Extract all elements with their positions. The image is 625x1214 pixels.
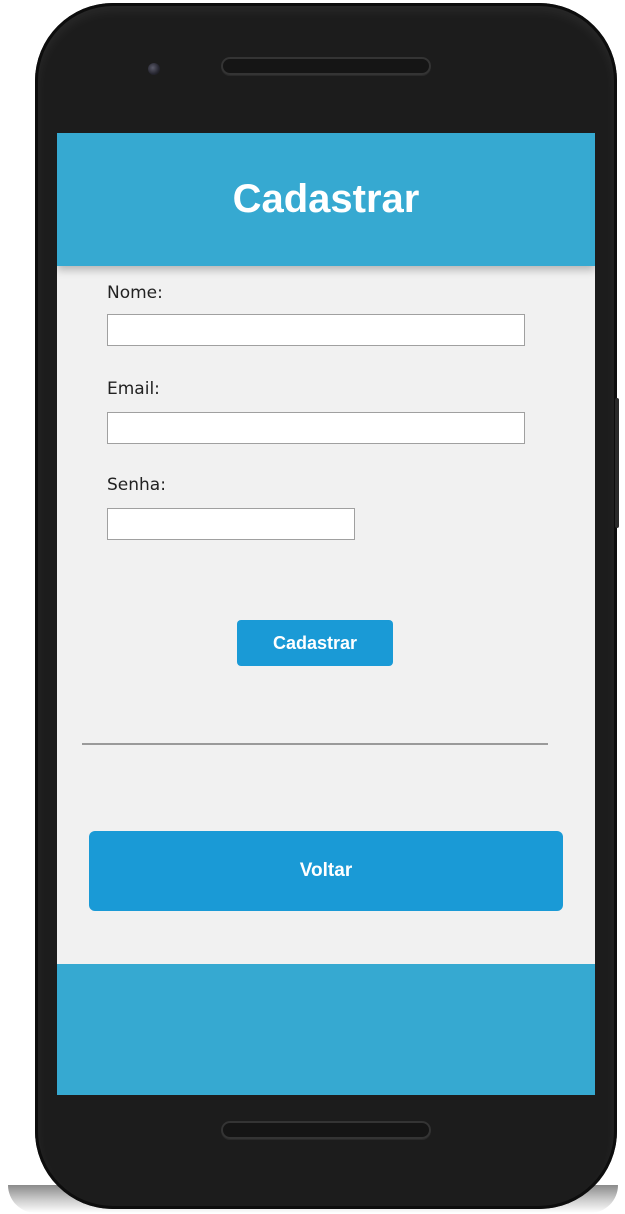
email-label: Email: (107, 379, 160, 399)
password-input[interactable] (107, 508, 355, 540)
phone-frame: Cadastrar Nome: Email: Senha: Cadastrar … (35, 3, 619, 1209)
app-screen: Cadastrar Nome: Email: Senha: Cadastrar … (57, 133, 595, 1095)
register-button[interactable]: Cadastrar (237, 620, 393, 666)
front-camera-icon (148, 63, 160, 75)
email-input[interactable] (107, 412, 525, 444)
back-button[interactable]: Voltar (89, 831, 563, 911)
page-title: Cadastrar (232, 177, 420, 221)
earpiece-speaker (221, 57, 431, 75)
side-button (615, 398, 619, 528)
app-footer (57, 964, 595, 1095)
bottom-speaker (221, 1121, 431, 1139)
name-label: Nome: (107, 283, 163, 303)
device-mockup: Cadastrar Nome: Email: Senha: Cadastrar … (0, 0, 625, 1214)
divider (82, 743, 548, 745)
name-input[interactable] (107, 314, 525, 346)
password-label: Senha: (107, 475, 166, 495)
app-header: Cadastrar (57, 133, 595, 266)
